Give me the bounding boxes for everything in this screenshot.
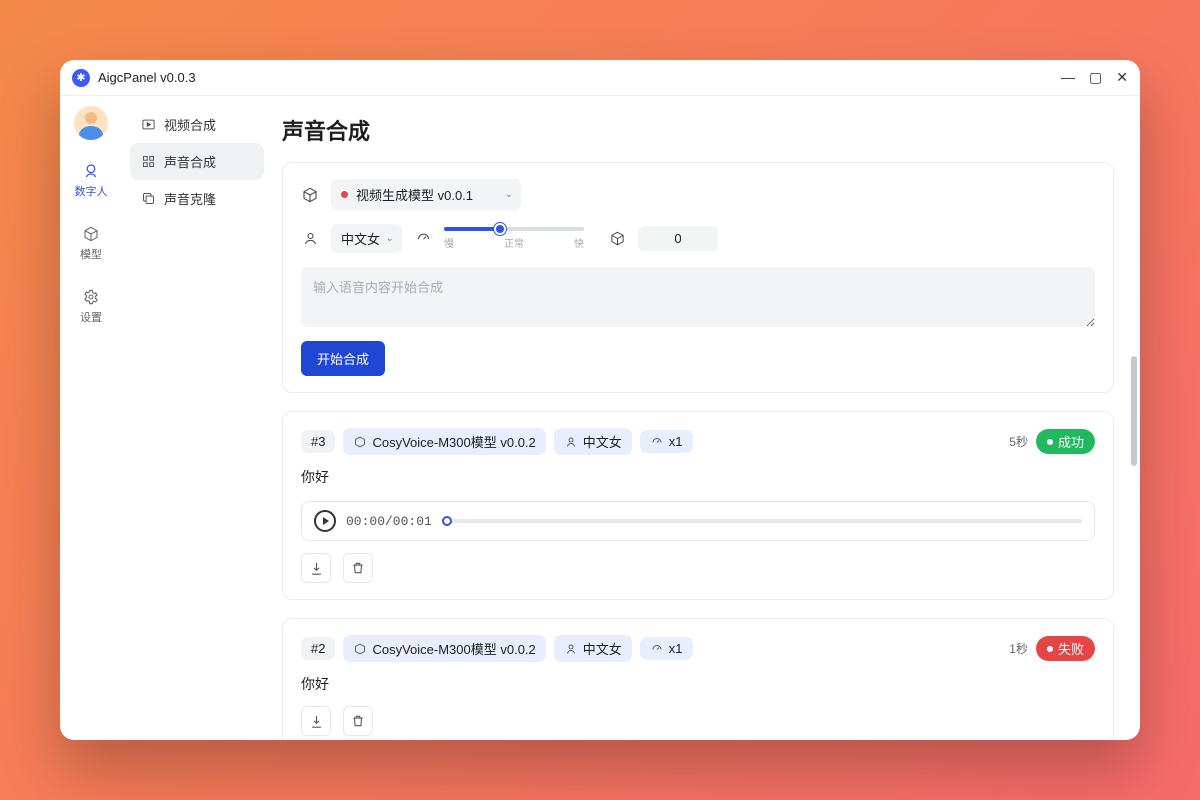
- gear-icon: [82, 288, 100, 306]
- app-window: ✱ AigcPanel v0.0.3 — ▢ ✕ 数字人 模型: [60, 60, 1140, 740]
- app-icon: ✱: [72, 69, 90, 87]
- entry-speed-pill: x1: [640, 430, 693, 453]
- status-badge: 失败: [1036, 636, 1095, 661]
- titlebar: ✱ AigcPanel v0.0.3 — ▢ ✕: [60, 60, 1140, 96]
- subnav-item-audio-synth[interactable]: 声音合成: [130, 143, 264, 180]
- entry-speed-pill: x1: [640, 637, 693, 660]
- scrollbar[interactable]: [1131, 356, 1137, 466]
- window-maximize-button[interactable]: ▢: [1089, 69, 1102, 86]
- chevron-down-icon: ⌄: [505, 189, 513, 200]
- entry-voice-pill: 中文女: [554, 428, 632, 455]
- chevron-down-icon: ⌄: [386, 233, 394, 244]
- result-card: #3 CosyVoice-M300模型 v0.0.2 中文女 x1 5秒: [282, 411, 1114, 600]
- entry-model-pill: CosyVoice-M300模型 v0.0.2: [343, 635, 545, 662]
- speed-slider[interactable]: 慢 正常 快: [444, 227, 584, 250]
- entry-model-pill: CosyVoice-M300模型 v0.0.2: [343, 428, 545, 455]
- entry-voice-pill: 中文女: [554, 635, 632, 662]
- voice-select[interactable]: 中文女 ⌄: [331, 224, 402, 253]
- clone-icon: [140, 191, 156, 207]
- cube-icon: [301, 186, 319, 204]
- play-button[interactable]: [314, 510, 336, 532]
- cube-icon: [353, 642, 367, 656]
- seed-field[interactable]: 0: [638, 226, 718, 251]
- model-select[interactable]: 视频生成模型 v0.0.1 ⌄: [331, 179, 521, 210]
- cube-icon: [82, 225, 100, 243]
- download-button[interactable]: [301, 706, 331, 736]
- speed-icon: [650, 435, 664, 449]
- app-title: AigcPanel v0.0.3: [98, 70, 196, 85]
- speed-icon: [414, 230, 432, 248]
- main-content: 声音合成 视频生成模型 v0.0.1 ⌄: [272, 96, 1140, 740]
- dot-icon: [1047, 646, 1053, 652]
- result-card: #2 CosyVoice-M300模型 v0.0.2 中文女 x1 1秒: [282, 618, 1114, 740]
- entry-text: 你好: [301, 467, 1095, 487]
- timecode: 00:00/00:01: [346, 514, 432, 529]
- window-minimize-button[interactable]: —: [1061, 69, 1075, 86]
- page-title: 声音合成: [282, 114, 1114, 146]
- person-icon: [564, 642, 578, 656]
- window-close-button[interactable]: ✕: [1116, 69, 1128, 86]
- delete-button[interactable]: [343, 706, 373, 736]
- download-button[interactable]: [301, 553, 331, 583]
- subnav: 视频合成 声音合成 声音克隆: [122, 96, 272, 740]
- entry-id-pill: #2: [301, 637, 335, 660]
- video-icon: [140, 117, 156, 133]
- entry-duration: 5秒: [1009, 433, 1028, 450]
- rail-item-settings[interactable]: 设置: [60, 284, 122, 329]
- avatar[interactable]: [74, 106, 108, 140]
- status-badge: 成功: [1036, 429, 1095, 454]
- entry-id-pill: #3: [301, 430, 335, 453]
- subnav-item-video-synth[interactable]: 视频合成: [130, 106, 264, 143]
- speed-icon: [650, 642, 664, 656]
- delete-button[interactable]: [343, 553, 373, 583]
- status-dot-icon: [341, 191, 348, 198]
- nav-rail: 数字人 模型 设置: [60, 96, 122, 740]
- audio-progress[interactable]: [442, 519, 1082, 523]
- person-icon: [564, 435, 578, 449]
- entry-duration: 1秒: [1009, 640, 1028, 657]
- audio-player: 00:00/00:01: [301, 501, 1095, 541]
- synth-form-card: 视频生成模型 v0.0.1 ⌄ 中文女 ⌄: [282, 162, 1114, 393]
- entry-text: 你好: [301, 674, 1095, 694]
- cube-icon: [608, 230, 626, 248]
- cube-icon: [353, 435, 367, 449]
- dot-icon: [1047, 439, 1053, 445]
- ai-head-icon: [82, 162, 100, 180]
- rail-item-model[interactable]: 模型: [60, 221, 122, 266]
- audio-icon: [140, 154, 156, 170]
- person-icon: [301, 230, 319, 248]
- start-synth-button[interactable]: 开始合成: [301, 341, 385, 376]
- rail-item-digital-human[interactable]: 数字人: [60, 158, 122, 203]
- content-textarea[interactable]: [301, 267, 1095, 327]
- subnav-item-voice-clone[interactable]: 声音克隆: [130, 180, 264, 217]
